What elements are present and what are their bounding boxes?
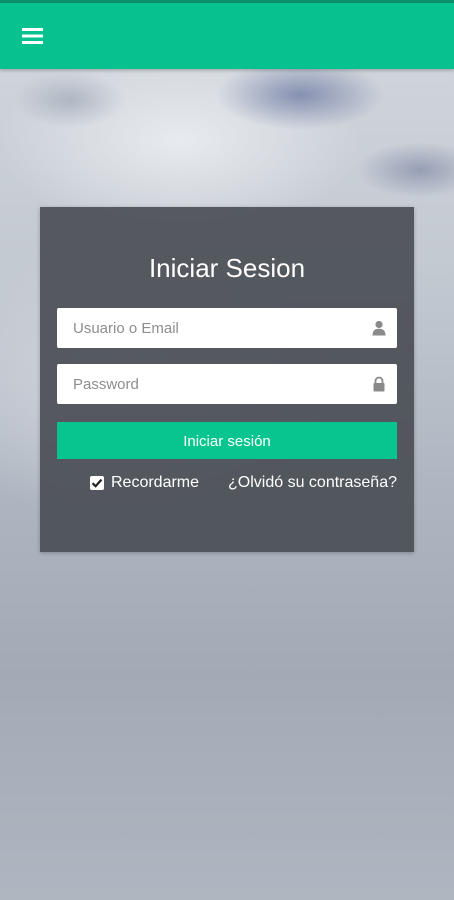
username-input[interactable] — [57, 308, 357, 348]
checkmark-icon — [91, 478, 103, 488]
password-input[interactable] — [57, 364, 357, 404]
login-card: Iniciar Sesion Iniciar sesión — [40, 207, 414, 552]
menu-button[interactable] — [18, 23, 48, 49]
forgot-password-link[interactable]: ¿Olvidó su contraseña? — [228, 473, 397, 493]
screen: Iniciar Sesion Iniciar sesión — [0, 0, 454, 900]
password-field — [57, 364, 397, 404]
app-bar — [0, 3, 454, 69]
remember-me[interactable]: Recordarme — [90, 473, 199, 493]
remember-label: Recordarme — [111, 474, 200, 491]
remember-checkbox[interactable] — [90, 476, 104, 490]
username-field — [57, 308, 397, 348]
hamburger-menu-icon — [18, 23, 48, 49]
login-title: Iniciar Sesion — [148, 253, 306, 283]
lock-icon — [372, 376, 386, 392]
login-button[interactable]: Iniciar sesión — [57, 422, 397, 459]
user-icon — [372, 320, 386, 336]
